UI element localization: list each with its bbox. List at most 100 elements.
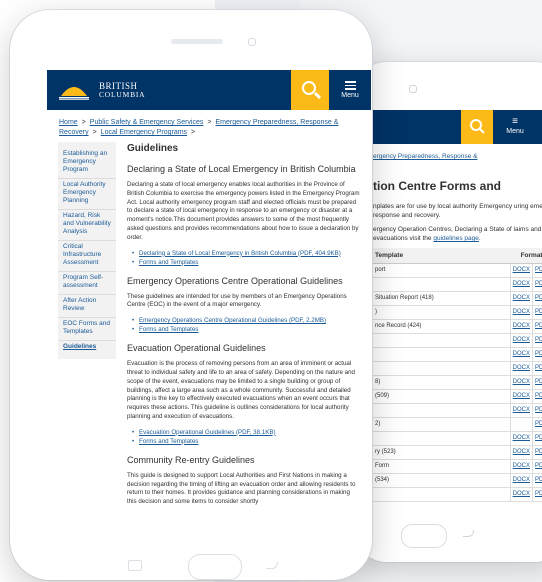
breadcrumb-separator: > xyxy=(92,129,97,136)
section-heading: Evacuation Operational Guidelines xyxy=(127,343,266,354)
back-phone-screen: ≡ Menu ergency Preparedness, Response & … xyxy=(373,110,542,562)
pdf-link[interactable]: PDF xyxy=(532,277,542,292)
pdf-link[interactable]: PDF xyxy=(532,375,542,390)
column-header-template: Template xyxy=(373,248,511,264)
pdf-link[interactable]: PDF xyxy=(532,389,542,404)
column-header-format: Format xyxy=(510,248,542,264)
docx-link[interactable]: DOCX xyxy=(509,277,533,292)
sidebar-item-after-action-review[interactable]: After Action Review xyxy=(58,295,116,318)
logo-text-line2: COLUMBIA xyxy=(99,90,146,99)
forms-templates-link[interactable]: Forms and Templates xyxy=(139,438,198,445)
table-row: Situation Report (418)DOCXPDF xyxy=(373,291,542,306)
back-intro-2: ergency Operation Centres, Declaring a S… xyxy=(373,226,542,242)
docx-link[interactable]: DOCX xyxy=(509,431,533,446)
table-row: DOCXPDF xyxy=(373,403,542,418)
sidebar-item-guidelines[interactable]: Guidelines xyxy=(58,341,116,355)
site-header: BRITISH COLUMBIA Menu xyxy=(47,70,371,110)
pdf-link[interactable]: PDF xyxy=(532,445,542,460)
sidebar-item-establishing[interactable]: Establishing an Emergency Program xyxy=(58,148,116,179)
back-button-icon xyxy=(266,562,278,569)
back-intro: nplates are for use by local authority E… xyxy=(373,203,542,219)
front-phone-speaker xyxy=(171,39,223,44)
docx-link[interactable]: DOCX xyxy=(509,487,533,502)
pdf-link[interactable]: PDF xyxy=(532,417,542,432)
search-icon-handle xyxy=(313,91,322,100)
back-page-title: tion Centre Forms and xyxy=(373,179,502,193)
section-heading: Declaring a State of Local Emergency in … xyxy=(127,164,356,174)
table-row: DOCXPDF xyxy=(373,361,542,376)
docx-link[interactable]: DOCX xyxy=(509,291,533,306)
recent-apps-button xyxy=(128,560,142,571)
docx-link[interactable]: DOCX xyxy=(509,305,533,320)
search-button[interactable] xyxy=(291,70,329,110)
home-button xyxy=(188,554,242,580)
back-search-button[interactable] xyxy=(461,110,493,144)
sidebar-item-eoc-forms[interactable]: EOC Forms and Templates xyxy=(58,318,116,341)
docx-link[interactable]: DOCX xyxy=(509,319,533,334)
pdf-link[interactable]: PDF xyxy=(532,431,542,446)
breadcrumb-public-safety[interactable]: Public Safety & Emergency Services xyxy=(90,119,204,126)
table-row: ry (523)DOCXPDF xyxy=(373,445,542,460)
back-phone: ≡ Menu ergency Preparedness, Response & … xyxy=(353,62,542,562)
template-name-cell: ) xyxy=(373,305,511,320)
back-content: ergency Preparedness, Response & tion Ce… xyxy=(373,152,542,502)
docx-link[interactable]: DOCX xyxy=(509,333,533,348)
forms-templates-link[interactable]: Forms and Templates xyxy=(139,259,198,266)
section-links: Evacuation Operational Guidelines (PDF, … xyxy=(127,428,361,446)
docx-link[interactable]: DOCX xyxy=(509,445,533,460)
docx-link[interactable]: DOCX xyxy=(509,403,533,418)
table-row: FormDOCXPDF xyxy=(373,459,542,474)
table-row: 8)DOCXPDF xyxy=(373,375,542,390)
document-link[interactable]: Evacuation Operational Guidelines (PDF, … xyxy=(139,429,276,436)
document-link[interactable]: Declaring a State of Local Emergency in … xyxy=(139,250,341,257)
table-row: (509)DOCXPDF xyxy=(373,389,542,404)
template-name-cell: Situation Report (418) xyxy=(373,291,511,306)
section-links: Declaring a State of Local Emergency in … xyxy=(127,249,361,267)
front-phone: BRITISH COLUMBIA Menu Home > Public Safety… xyxy=(10,10,372,580)
template-name-cell xyxy=(373,347,511,362)
forms-templates-link[interactable]: Forms and Templates xyxy=(139,326,198,333)
pdf-link[interactable]: PDF xyxy=(532,305,542,320)
pdf-link[interactable]: PDF xyxy=(532,319,542,334)
docx-link[interactable]: DOCX xyxy=(509,389,533,404)
back-breadcrumb-link[interactable]: ergency Preparedness, Response & xyxy=(373,153,477,160)
menu-button[interactable]: Menu xyxy=(329,70,371,110)
pdf-link[interactable]: PDF xyxy=(532,459,542,474)
pdf-link[interactable]: PDF xyxy=(532,263,542,278)
list-item: Forms and Templates xyxy=(132,325,361,334)
front-phone-screen: BRITISH COLUMBIA Menu Home > Public Safety… xyxy=(47,70,371,548)
back-header: ≡ Menu xyxy=(373,110,542,144)
pdf-link[interactable]: PDF xyxy=(532,361,542,376)
table-row: (534)DOCXPDF xyxy=(373,473,542,488)
list-item: Forms and Templates xyxy=(132,258,361,267)
pdf-link[interactable]: PDF xyxy=(532,403,542,418)
pdf-link[interactable]: PDF xyxy=(532,333,542,348)
breadcrumb-home[interactable]: Home xyxy=(59,119,78,126)
docx-link[interactable]: DOCX xyxy=(509,375,533,390)
sidebar-item-program-self-assessment[interactable]: Program Self-assessment xyxy=(58,272,116,295)
template-name-cell: 2) xyxy=(373,417,511,432)
docx-link[interactable] xyxy=(509,417,533,432)
sidebar-item-critical-infrastructure[interactable]: Critical Infrastructure Assessment xyxy=(58,241,116,272)
search-icon xyxy=(470,119,485,134)
document-link[interactable]: Emergency Operations Centre Operational … xyxy=(139,317,326,324)
pdf-link[interactable]: PDF xyxy=(532,347,542,362)
page-title: Guidelines xyxy=(127,143,179,154)
pdf-link[interactable]: PDF xyxy=(532,487,542,502)
back-menu-button[interactable]: ≡ Menu xyxy=(495,110,535,144)
sidebar-item-local-authority-planning[interactable]: Local Authority Emergency Planning xyxy=(58,179,116,210)
docx-link[interactable]: DOCX xyxy=(509,263,533,278)
bc-logo[interactable]: BRITISH COLUMBIA xyxy=(59,78,169,102)
docx-link[interactable]: DOCX xyxy=(509,473,533,488)
section-heading: Emergency Operations Centre Operational … xyxy=(127,275,343,286)
sidebar-item-hazard-risk[interactable]: Hazard, Risk and Vulnerability Analysis xyxy=(58,210,116,241)
docx-link[interactable]: DOCX xyxy=(509,361,533,376)
front-phone-camera xyxy=(248,38,256,46)
breadcrumb-local-emergency-programs[interactable]: Local Emergency Programs xyxy=(101,129,187,136)
docx-link[interactable]: DOCX xyxy=(509,347,533,362)
docx-link[interactable]: DOCX xyxy=(509,459,533,474)
table-row: DOCXPDF xyxy=(373,277,542,292)
pdf-link[interactable]: PDF xyxy=(532,473,542,488)
pdf-link[interactable]: PDF xyxy=(532,291,542,306)
guidelines-page-link[interactable]: guidelines page xyxy=(433,235,479,242)
